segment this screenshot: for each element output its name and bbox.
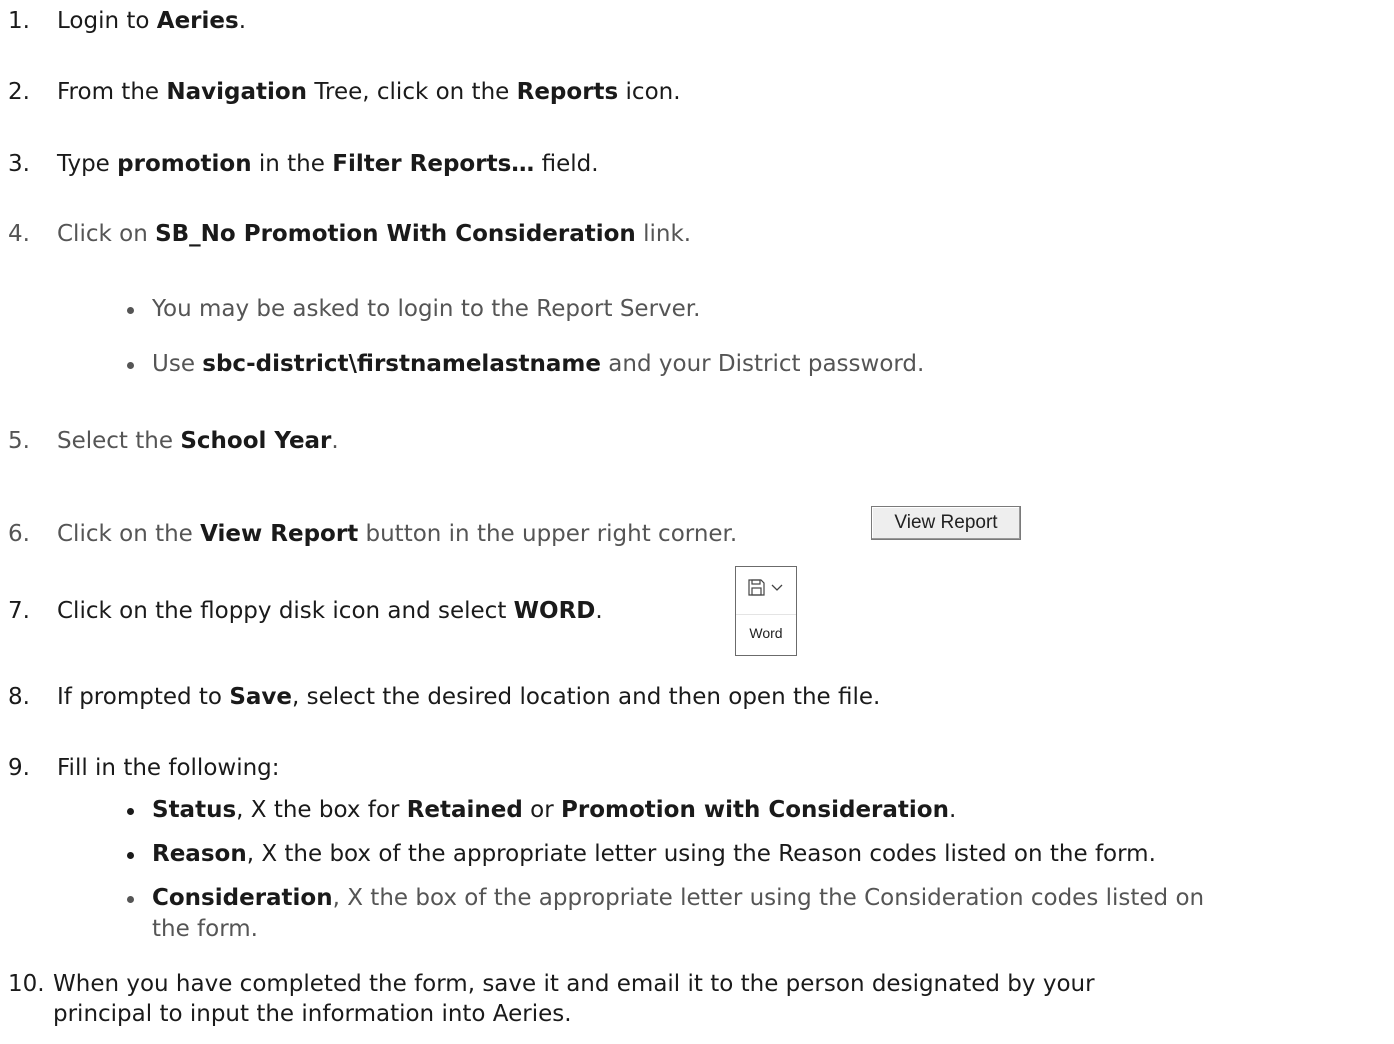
bold-term: promotion bbox=[117, 151, 252, 177]
step-4-bullet-2: Use sbc-district\firstnamelastname and y… bbox=[152, 349, 924, 379]
step-9-bullet-3-continuation: the form. bbox=[152, 916, 258, 942]
step-2: 2. From the Navigation Tree, click on the… bbox=[8, 77, 681, 107]
text-run: Click on the bbox=[57, 521, 201, 547]
step-number: 3. bbox=[8, 151, 30, 177]
bold-term: Promotion with Consideration bbox=[561, 797, 949, 823]
bold-term: sbc-district\firstnamelastname bbox=[202, 351, 601, 377]
step-4-bullet-1: You may be asked to login to the Report … bbox=[152, 294, 700, 324]
text-run: Login to bbox=[57, 8, 157, 34]
text-run: in the bbox=[251, 151, 333, 177]
chevron-down-icon[interactable] bbox=[770, 583, 784, 593]
step-9: 9. Fill in the following: bbox=[8, 753, 280, 783]
step-number: 8. bbox=[8, 684, 30, 710]
word-option[interactable]: Word bbox=[736, 625, 796, 641]
bullet bbox=[127, 307, 134, 314]
step-1: 1. Login to Aeries. bbox=[8, 6, 246, 36]
text-run: Tree, click on the bbox=[307, 79, 517, 105]
step-10-continuation: principal to input the information into … bbox=[53, 1001, 572, 1027]
text-run: Use bbox=[152, 351, 203, 377]
text-run: , X the box of the appropriate letter us… bbox=[332, 885, 1205, 911]
text-run: , X the box for bbox=[236, 797, 407, 823]
bold-term: SB_No Promotion With Consideration bbox=[155, 221, 636, 247]
bold-term: Consideration bbox=[152, 885, 333, 911]
text-run: link. bbox=[635, 221, 692, 247]
step-number: 10. bbox=[8, 971, 45, 997]
text-run: Click on the floppy disk icon and select bbox=[57, 598, 514, 624]
bold-term: Reports bbox=[516, 79, 619, 105]
bold-term: Save bbox=[229, 684, 292, 710]
text-run: You may be asked to login to the Report … bbox=[152, 296, 701, 322]
text-run: From the bbox=[57, 79, 167, 105]
view-report-button[interactable]: View Report bbox=[871, 506, 1021, 540]
bold-term: Filter Reports… bbox=[332, 151, 535, 177]
step-8: 8. If prompted to Save, select the desire… bbox=[8, 682, 880, 712]
bullet bbox=[127, 852, 134, 859]
text-run: and your District password. bbox=[601, 351, 925, 377]
step-7: 7. Click on the floppy disk icon and sele… bbox=[8, 596, 603, 626]
bold-term: Status bbox=[152, 797, 237, 823]
step-number: 4. bbox=[8, 221, 30, 247]
text-run: . bbox=[238, 8, 246, 34]
bullet bbox=[127, 808, 134, 815]
step-9-bullet-1: Status, X the box for Retained or Promot… bbox=[152, 795, 956, 825]
text-run: Select the bbox=[57, 428, 181, 454]
step-9-bullet-2: Reason, X the box of the appropriate let… bbox=[152, 839, 1156, 869]
text-run: When you have completed the form, save i… bbox=[53, 971, 1095, 997]
step-4: 4. Click on SB_No Promotion With Consider… bbox=[8, 219, 691, 249]
step-number: 1. bbox=[8, 8, 30, 34]
text-run: field. bbox=[534, 151, 599, 177]
save-dropdown[interactable] bbox=[736, 567, 796, 613]
step-3: 3. Type promotion in the Filter Reports… … bbox=[8, 149, 599, 179]
bold-term: School Year bbox=[180, 428, 332, 454]
step-5: 5. Select the School Year. bbox=[8, 426, 339, 456]
bold-term: View Report bbox=[200, 521, 359, 547]
step-number: 5. bbox=[8, 428, 30, 454]
text-run: Fill in the following: bbox=[57, 755, 280, 781]
text-run: If prompted to bbox=[57, 684, 230, 710]
text-run: icon. bbox=[618, 79, 681, 105]
word-export-menu[interactable]: Word bbox=[735, 566, 797, 656]
text-run: . bbox=[595, 598, 603, 624]
text-run: , X the box of the appropriate letter us… bbox=[246, 841, 1156, 867]
text-run: or bbox=[522, 797, 562, 823]
bullet bbox=[127, 362, 134, 369]
step-number: 7. bbox=[8, 598, 30, 624]
bold-term: WORD bbox=[513, 598, 596, 624]
bold-term: Navigation bbox=[166, 79, 308, 105]
text-run: . bbox=[948, 797, 957, 823]
step-number: 6. bbox=[8, 521, 30, 547]
bullet bbox=[127, 896, 134, 903]
divider bbox=[736, 614, 796, 615]
step-number: 2. bbox=[8, 79, 30, 105]
text-run: button in the upper right corner. bbox=[358, 521, 738, 547]
step-10: 10. When you have completed the form, sav… bbox=[8, 969, 1095, 999]
bold-term: Reason bbox=[152, 841, 247, 867]
text-run: Click on bbox=[57, 221, 156, 247]
text-run: Type bbox=[57, 151, 118, 177]
step-6: 6. Click on the View Report button in the… bbox=[8, 519, 737, 549]
text-run: , select the desired location and then o… bbox=[292, 684, 881, 710]
text-run: . bbox=[331, 428, 339, 454]
step-number: 9. bbox=[8, 755, 30, 781]
floppy-disk-icon[interactable] bbox=[736, 567, 796, 613]
step-9-bullet-3: Consideration, X the box of the appropri… bbox=[152, 883, 1204, 913]
bold-term: Aeries bbox=[156, 8, 239, 34]
bold-term: Retained bbox=[406, 797, 523, 823]
